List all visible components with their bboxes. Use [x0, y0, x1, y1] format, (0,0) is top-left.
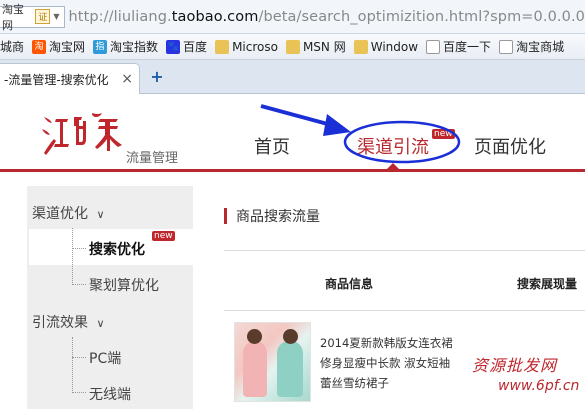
watermark-url: www.6pf.cn	[498, 378, 580, 394]
product-image[interactable]	[234, 322, 311, 402]
sidebar-group-label: 渠道优化	[32, 206, 88, 222]
product-title-line[interactable]: 2014夏新款韩版女连衣裙	[320, 335, 453, 351]
bookmark-baidu[interactable]: 🐾 百度	[166, 38, 207, 55]
tree-branch	[72, 248, 86, 249]
bookmark-chengshang[interactable]: 城商	[0, 38, 24, 55]
annotation-arrow	[260, 104, 461, 164]
figure-shape	[243, 341, 267, 397]
figure-shape	[277, 341, 303, 397]
sidebar-item-pc[interactable]: PC端	[89, 348, 121, 368]
new-badge: new	[152, 231, 175, 241]
bookmark-microsoft[interactable]: Microso	[215, 39, 278, 54]
sidebar-item-search-optimization[interactable]: 搜索优化	[89, 239, 145, 259]
tab-title: -流量管理-搜索优化	[4, 72, 109, 87]
page-icon	[499, 39, 514, 54]
sidebar-group-label: 引流效果	[32, 315, 88, 331]
folder-icon	[353, 39, 368, 54]
site-logo[interactable]	[40, 109, 125, 157]
bookmark-windows[interactable]: Window	[353, 39, 419, 54]
bookmark-taobao-zhishu[interactable]: 指淘宝指数	[93, 38, 158, 55]
figure-head	[283, 329, 298, 344]
taobao-icon: 淘	[32, 39, 47, 54]
bookmark-tmall[interactable]: 淘宝商城	[499, 38, 564, 55]
watermark-text: 资源批发网	[472, 356, 558, 375]
column-header-search-exposure[interactable]: 搜索展现量	[517, 275, 577, 292]
bookmark-6-label: Window	[370, 39, 419, 54]
bookmark-5-label: MSN 网	[302, 40, 346, 54]
site-identity-chip[interactable]: 淘宝网 证 ▼	[0, 3, 65, 32]
page-icon	[426, 39, 441, 54]
tree-branch	[72, 357, 86, 358]
tree-branch	[72, 392, 86, 393]
section-accent-bar	[224, 208, 227, 224]
active-nav-caret	[386, 163, 400, 170]
sidebar-item-wireless[interactable]: 无线端	[89, 384, 131, 404]
certificate-icon: 证	[35, 9, 51, 24]
bookmark-3-label: 百度	[183, 40, 208, 54]
bookmark-8-label: 淘宝商城	[516, 40, 565, 54]
bookmark-2-label: 淘宝指数	[110, 40, 159, 54]
table-divider	[224, 310, 585, 311]
address-bar: 淘宝网 证 ▼ http://liuliang.taobao.com/beta/…	[0, 0, 585, 34]
tree-line	[72, 228, 73, 285]
sidebar-group-channel-optimization[interactable]: 渠道优化 ∨	[32, 203, 105, 223]
chevron-down-icon: ∨	[96, 208, 105, 221]
annotation-arrow-shaft	[260, 104, 336, 128]
url-prefix: http://liuliang.	[68, 8, 172, 25]
tab-search-optimization[interactable]: -流量管理-搜索优化 ×	[0, 63, 140, 94]
tree-branch	[72, 284, 86, 285]
bookmark-0-label: 城商	[0, 40, 25, 54]
bookmark-msn[interactable]: MSN 网	[285, 38, 346, 55]
folder-icon	[285, 39, 300, 54]
logo-subtitle: 流量管理	[126, 151, 179, 166]
bookmark-7-label: 百度一下	[443, 40, 492, 54]
new-tab-button[interactable]: +	[148, 69, 166, 87]
header-divider	[0, 169, 585, 172]
chevron-down-icon: ∨	[96, 317, 105, 330]
annotation-ellipse	[343, 120, 461, 164]
baidu-icon: 🐾	[166, 39, 181, 54]
figure-head	[247, 329, 262, 344]
sidebar-item-juhuasuan[interactable]: 聚划算优化	[89, 275, 159, 295]
bookmark-baidu-yixia[interactable]: 百度一下	[426, 38, 491, 55]
annotation-arrow-head	[323, 114, 351, 136]
chevron-down-icon[interactable]: ▼	[53, 12, 59, 21]
site-chip-label: 淘宝网	[2, 2, 24, 32]
product-title-line[interactable]: 蕾丝雪纺裙子	[320, 375, 389, 391]
bookmark-taobao[interactable]: 淘淘宝网	[32, 38, 85, 55]
url-domain: taobao.com	[171, 8, 259, 25]
tab-bar: -流量管理-搜索优化 × +	[0, 60, 585, 94]
bookmark-1-label: 淘宝网	[49, 40, 86, 54]
nav-page-optimization[interactable]: 页面优化	[474, 133, 546, 159]
bookmark-4-label: Microso	[232, 39, 278, 54]
close-icon[interactable]: ×	[121, 71, 133, 87]
bookmarks-bar: 城商 淘淘宝网 指淘宝指数 🐾 百度 Microso MSN 网 Window 百…	[0, 34, 585, 60]
zhishu-icon: 指	[93, 39, 108, 54]
tree-line	[72, 337, 73, 393]
url-field[interactable]: http://liuliang.taobao.com/beta/search_o…	[69, 9, 585, 25]
table-divider	[224, 250, 585, 251]
folder-icon	[215, 39, 230, 54]
url-path: /beta/search_optimizition.html?spm=0.0.0…	[258, 8, 585, 25]
column-header-product-info[interactable]: 商品信息	[325, 275, 373, 292]
product-title-line[interactable]: 修身显瘦中长款 淑女短袖	[320, 355, 450, 371]
sidebar-group-traffic-effect[interactable]: 引流效果 ∨	[32, 312, 105, 332]
section-title: 商品搜索流量	[236, 209, 320, 225]
